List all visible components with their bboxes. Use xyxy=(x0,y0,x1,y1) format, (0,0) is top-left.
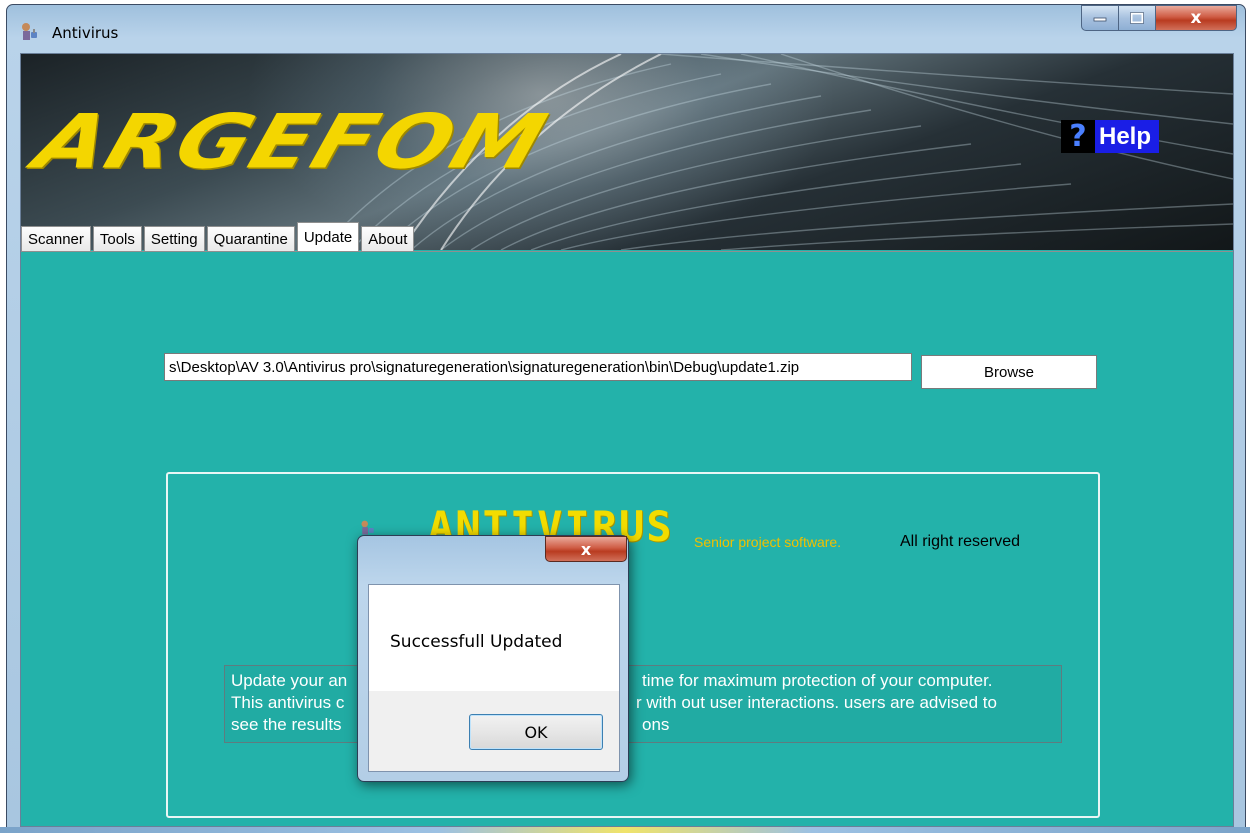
description-line-2b: r with out user interactions. users are … xyxy=(636,693,997,712)
maximize-icon xyxy=(1130,12,1144,24)
header-banner: ARGEFOM ? Help xyxy=(21,54,1233,250)
description-line-3b: ons xyxy=(642,715,670,734)
description-line-1b: time for maximum protection of your comp… xyxy=(642,671,993,690)
dialog-message: Successfull Updated xyxy=(390,632,563,652)
taskbar-edge xyxy=(0,827,1250,833)
success-message-dialog: x Successfull Updated OK xyxy=(357,535,629,782)
close-button[interactable]: x xyxy=(1155,5,1237,31)
help-question-icon: ? xyxy=(1061,119,1095,154)
tab-setting[interactable]: Setting xyxy=(143,226,205,252)
description-line-1a: Update your an xyxy=(231,671,348,690)
tab-update[interactable]: Update xyxy=(296,222,360,252)
title-bar[interactable]: Antivirus x xyxy=(7,5,1245,49)
minimize-button[interactable] xyxy=(1081,5,1119,31)
tab-bar: Scanner Tools Setting Quarantine Update … xyxy=(21,222,416,252)
tab-about[interactable]: About xyxy=(361,226,415,252)
info-group-box: ANTIVIRUS Senior project software. All r… xyxy=(166,472,1100,818)
update-description-box: Update your an This antivirus c see the … xyxy=(224,665,1062,743)
ok-button[interactable]: OK xyxy=(469,714,603,750)
minimize-icon xyxy=(1093,17,1107,22)
tab-scanner[interactable]: Scanner xyxy=(21,226,91,252)
update-file-path-input[interactable]: s\Desktop\AV 3.0\Antivirus pro\signature… xyxy=(164,353,912,381)
close-icon: x xyxy=(1190,8,1202,28)
tagline-text: Senior project software. xyxy=(694,534,842,550)
dialog-close-button[interactable]: x xyxy=(545,536,627,562)
antivirus-app-icon xyxy=(22,23,37,40)
help-link[interactable]: ? Help xyxy=(1061,119,1160,154)
maximize-button[interactable] xyxy=(1118,5,1156,31)
description-line-3a: see the results xyxy=(231,715,342,734)
rights-text: All right reserved xyxy=(900,533,1021,550)
description-line-2a: This antivirus c xyxy=(231,693,345,712)
help-label: Help xyxy=(1095,120,1160,153)
argefom-logo: ARGEFOM xyxy=(24,97,558,186)
tab-quarantine[interactable]: Quarantine xyxy=(206,226,295,252)
dialog-message-area: Successfull Updated xyxy=(369,585,619,691)
browse-button[interactable]: Browse xyxy=(921,355,1097,389)
close-icon: x xyxy=(580,539,592,559)
window-title: Antivirus xyxy=(52,24,119,42)
tab-tools[interactable]: Tools xyxy=(92,226,142,252)
dialog-body: Successfull Updated OK xyxy=(368,584,620,772)
